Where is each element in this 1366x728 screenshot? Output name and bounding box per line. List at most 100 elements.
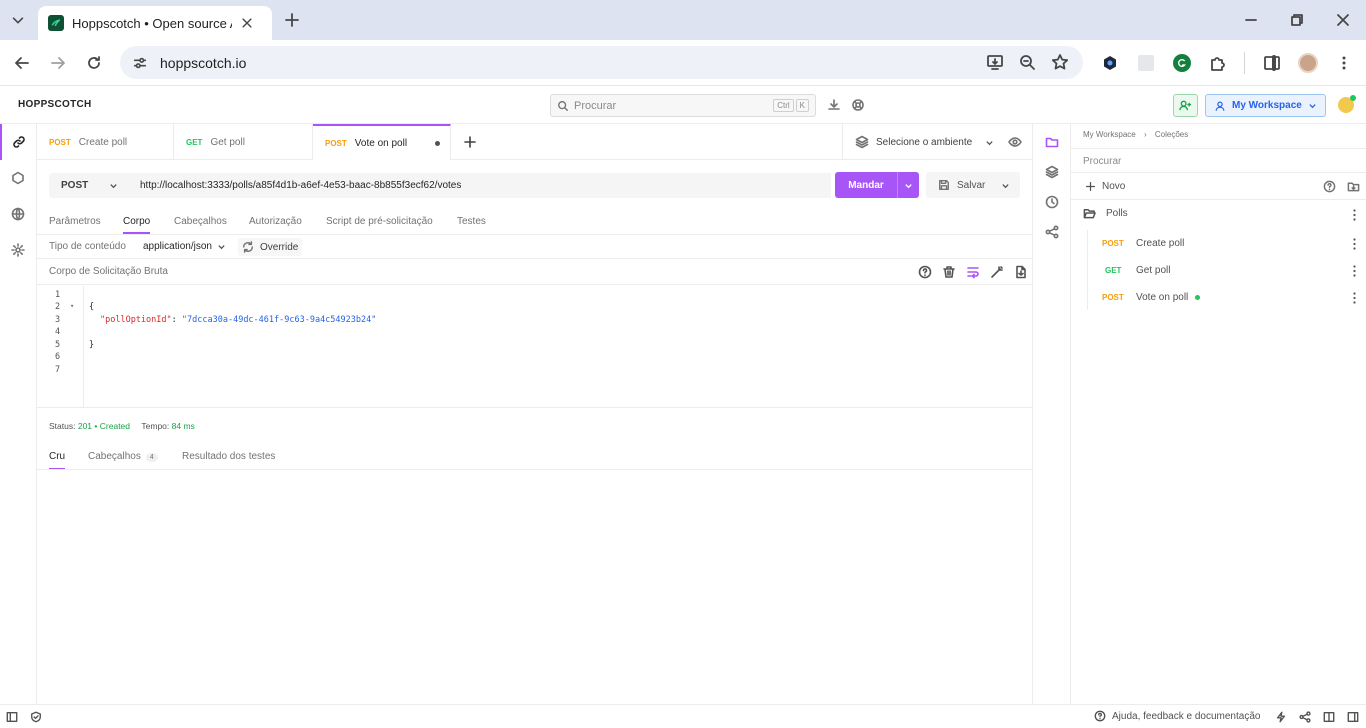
save-button[interactable]: Salvar (926, 172, 1020, 198)
send-button[interactable]: Mandar (835, 172, 919, 198)
app-search-input[interactable]: Procurar Ctrl K (550, 94, 816, 117)
environment-selector[interactable]: Selecione o ambiente (842, 124, 1032, 160)
json-body-editor[interactable]: 1 2 ▾ 3 4 5 6 7 { "pollOptionId": "7dcca… (37, 286, 1032, 408)
response-tab-test-results[interactable]: Resultado dos testes (182, 451, 275, 470)
rest-nav-item[interactable] (0, 124, 36, 160)
chevron-down-icon (1002, 183, 1009, 188)
send-options-chevron-icon[interactable] (898, 181, 919, 190)
graphql-nav-item[interactable] (0, 160, 36, 196)
folder-more-icon[interactable] (1353, 209, 1356, 221)
user-plus-icon (1179, 100, 1192, 111)
grammarly-icon[interactable] (1173, 54, 1191, 72)
extension-hexagon-icon[interactable] (1101, 54, 1119, 72)
request-tabs: POST Create poll GET Get poll POST Vote … (37, 124, 1032, 160)
close-tab-icon[interactable] (240, 16, 254, 30)
chrome-menu-icon[interactable] (1335, 54, 1353, 72)
time-value: 84 ms (171, 421, 195, 431)
help-icon[interactable] (1323, 180, 1336, 193)
app-footer: Ajuda, feedback e documentação (0, 704, 1366, 728)
tab-list-button[interactable] (10, 12, 26, 28)
request-more-icon[interactable] (1353, 292, 1356, 304)
tab-method: GET (186, 137, 203, 147)
support-lifebuoy-icon[interactable] (851, 98, 865, 112)
request-tab-active[interactable]: POST Vote on poll (313, 124, 451, 160)
app-logo[interactable]: HOPPSCOTCH (18, 99, 92, 110)
install-pwa-icon[interactable] (827, 98, 841, 112)
tab-body[interactable]: Corpo (123, 216, 151, 234)
new-collection-button[interactable]: Novo (1071, 173, 1366, 200)
gear-icon (11, 243, 25, 257)
reload-button[interactable] (85, 54, 103, 72)
tab-headers[interactable]: Cabeçalhos (174, 216, 227, 234)
response-tab-raw[interactable]: Cru (49, 451, 66, 470)
response-tab-headers[interactable]: Cabeçalhos 4 (88, 451, 158, 470)
new-tab-button[interactable] (283, 11, 301, 29)
override-button[interactable]: Override (238, 238, 303, 256)
method-selector[interactable]: POST (49, 173, 128, 198)
history-clock-icon[interactable] (1045, 195, 1059, 209)
collection-request-item[interactable]: GET Get poll (1105, 265, 1170, 276)
prettify-wand-icon[interactable] (990, 265, 1004, 279)
extension-grid-icon[interactable] (1138, 55, 1154, 71)
breadcrumb-workspace[interactable]: My Workspace (1083, 130, 1136, 139)
extensions-puzzle-icon[interactable] (1209, 54, 1227, 72)
add-tab-button[interactable] (463, 135, 477, 149)
wrap-lines-icon[interactable] (966, 265, 980, 279)
browser-toolbar: hoppscotch.io (0, 40, 1366, 86)
tab-parameters[interactable]: Parâmetros (49, 216, 101, 234)
restore-button[interactable] (1288, 11, 1306, 29)
site-settings-icon[interactable] (132, 55, 148, 71)
environment-eye-icon[interactable] (1008, 135, 1022, 149)
realtime-nav-item[interactable] (0, 196, 36, 232)
content-type-selector[interactable]: application/json (143, 241, 226, 252)
request-url-input[interactable]: http://localhost:3333/polls/a85f4d1b-a6e… (128, 173, 831, 198)
close-window-button[interactable] (1334, 11, 1352, 29)
tab-authorization[interactable]: Autorização (249, 216, 302, 234)
breadcrumb-collections[interactable]: Coleções (1155, 130, 1188, 139)
share-icon[interactable] (1299, 711, 1311, 723)
help-icon[interactable] (918, 265, 932, 279)
import-file-icon[interactable] (1014, 265, 1028, 279)
workspace-selector[interactable]: My Workspace (1205, 94, 1326, 117)
fold-caret-icon[interactable]: ▾ (70, 302, 74, 310)
shortcuts-zap-icon[interactable] (1275, 711, 1287, 723)
collection-request-item[interactable]: POST Create poll (1102, 238, 1184, 249)
collection-folder-polls[interactable]: Polls (1083, 207, 1128, 220)
zoom-icon[interactable] (1018, 53, 1036, 71)
help-feedback-button[interactable]: Ajuda, feedback e documentação (1094, 710, 1260, 722)
share-icon[interactable] (1045, 225, 1059, 239)
tab-pre-request-script[interactable]: Script de pré-solicitação (326, 216, 433, 234)
request-tab[interactable]: GET Get poll (174, 124, 313, 160)
settings-nav-item[interactable] (0, 232, 36, 268)
install-app-icon[interactable] (986, 53, 1004, 71)
user-avatar[interactable] (1338, 95, 1356, 113)
forward-button[interactable] (49, 54, 67, 72)
side-panel-icon[interactable] (1263, 54, 1281, 72)
collection-request-item-active[interactable]: POST Vote on poll (1102, 292, 1201, 303)
chevron-down-icon (110, 184, 117, 189)
import-folder-icon[interactable] (1347, 180, 1360, 193)
profile-avatar[interactable] (1298, 53, 1318, 73)
request-tab[interactable]: POST Create poll (37, 124, 174, 160)
layout-columns-icon[interactable] (1323, 711, 1335, 723)
tab-tests[interactable]: Testes (457, 216, 486, 234)
address-bar[interactable]: hoppscotch.io (120, 46, 1083, 79)
toggle-sidebar-icon[interactable] (6, 711, 18, 723)
browser-tab[interactable]: Hoppscotch • Open source API (38, 6, 272, 40)
request-more-icon[interactable] (1353, 238, 1356, 250)
back-button[interactable] (13, 54, 31, 72)
shield-check-icon[interactable] (30, 711, 42, 723)
folder-label: Polls (1106, 208, 1128, 219)
minimize-button[interactable] (1242, 11, 1260, 29)
request-more-icon[interactable] (1353, 265, 1356, 277)
status-code: 201 (77, 421, 93, 431)
bookmark-star-icon[interactable] (1051, 53, 1069, 71)
toggle-right-sidebar-icon[interactable] (1347, 711, 1359, 723)
collections-folder-icon[interactable] (1045, 135, 1059, 149)
invite-user-button[interactable] (1173, 94, 1198, 117)
clear-trash-icon[interactable] (942, 265, 956, 279)
environments-layers-icon[interactable] (1045, 165, 1059, 179)
collections-search-input[interactable]: Procurar (1071, 148, 1366, 173)
shortcut-k: K (795, 99, 809, 112)
plus-icon (464, 136, 476, 148)
